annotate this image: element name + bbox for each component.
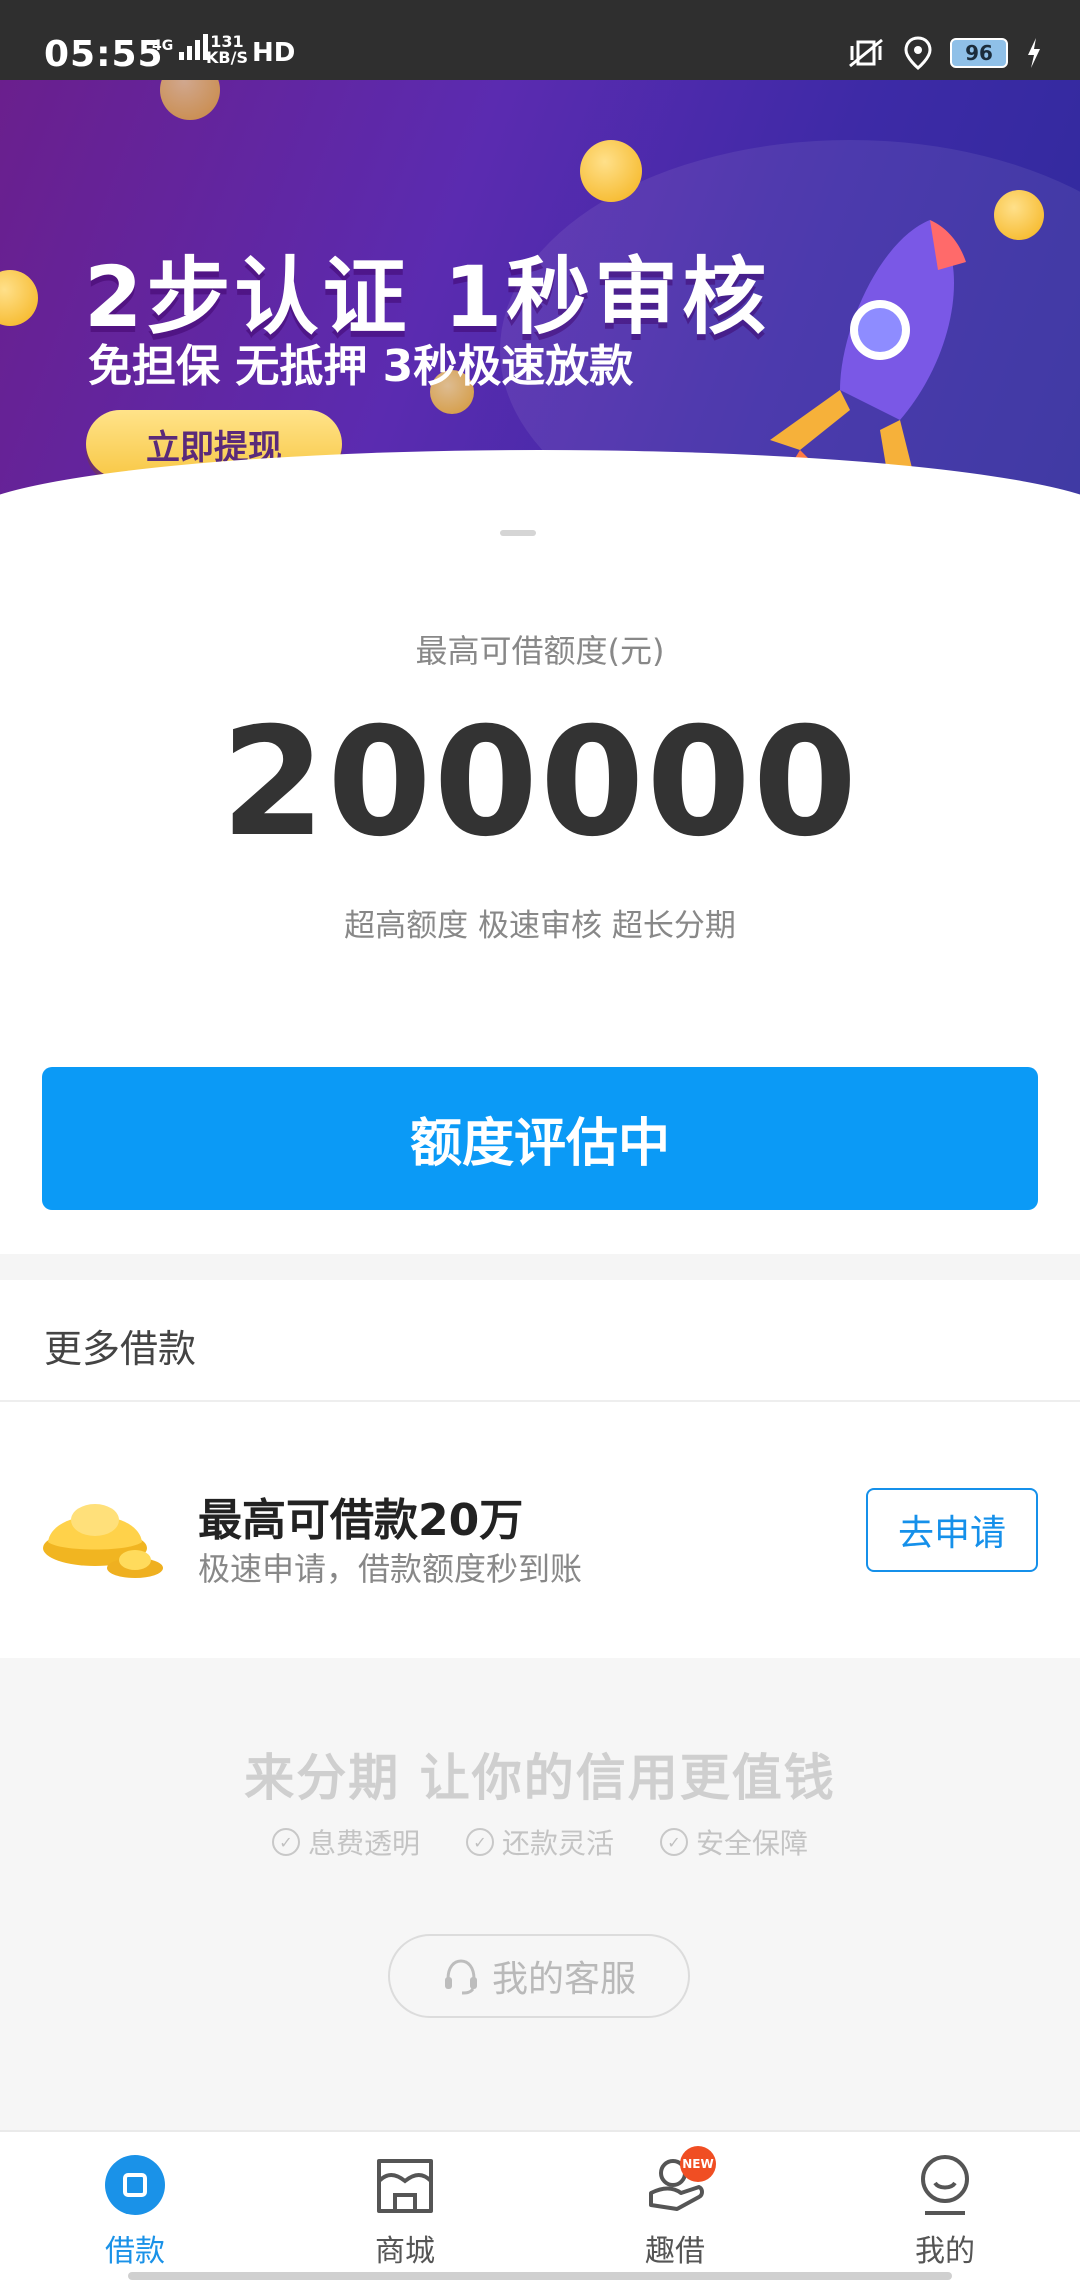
banner-bottom-wave	[0, 450, 1080, 560]
home-indicator[interactable]	[128, 2272, 952, 2280]
status-right: 96	[846, 36, 1042, 70]
slogan: 来分期 让你的信用更值钱	[244, 1749, 836, 1807]
check-circle-icon: ✓	[660, 1828, 688, 1856]
loan-offer-desc: 极速申请，借款额度秒到账	[198, 1550, 583, 1588]
signal-icon: 4G	[152, 32, 209, 60]
coin-icon	[0, 270, 38, 326]
quota-label: 最高可借额度(元)	[415, 632, 665, 670]
gold-ingot-icon	[43, 1504, 163, 1578]
quota-amount: 200000	[220, 696, 860, 870]
network-type: 4G	[152, 38, 174, 54]
network-speed: 131 KB/S	[206, 32, 248, 67]
status-time: 05:55	[44, 34, 164, 75]
coin-icon	[580, 140, 642, 202]
section-separator	[0, 1254, 1080, 1280]
feature-list: ✓ 息费透明 ✓ 还款灵活 ✓ 安全保障	[0, 1822, 1080, 1862]
profile-icon	[910, 2150, 980, 2220]
feature-item: ✓ 安全保障	[660, 1822, 808, 1862]
loan-offer-title: 最高可借款20万	[198, 1495, 524, 1546]
more-loans-title: 更多借款	[44, 1327, 197, 1371]
carousel-indicator	[500, 530, 536, 536]
hd-icon: HD	[252, 38, 296, 68]
bottom-nav: 借款 商城 NEW 趣借 我的	[0, 2130, 1080, 2280]
coin-icon	[994, 190, 1044, 240]
banner-subtitle: 免担保 无抵押 3秒极速放款	[88, 341, 634, 392]
check-circle-icon: ✓	[271, 1828, 300, 1856]
nav-label: 商城	[375, 2234, 435, 2269]
app-screen: 05:55 4G 131 KB/S HD 96 2步认证 1秒审核 免担保 无抵…	[0, 0, 1080, 2280]
quota-tags: 超高额度 极速审核 超长分期	[344, 908, 736, 944]
feature-item: ✓ 息费透明	[271, 1822, 420, 1862]
signal-bars-icon	[179, 32, 209, 60]
nav-label: 趣借	[645, 2234, 705, 2269]
feature-item: ✓ 还款灵活	[465, 1822, 614, 1862]
check-circle-icon: ✓	[465, 1828, 494, 1856]
nav-label: 我的	[915, 2234, 975, 2269]
status-bar: 05:55 4G 131 KB/S HD 96	[0, 0, 1080, 80]
headset-icon	[444, 1959, 477, 1995]
nav-item-profile[interactable]: 我的	[810, 2132, 1080, 2280]
customer-service-button[interactable]: 我的客服	[388, 1934, 690, 2018]
loan-icon	[100, 2150, 170, 2220]
battery-icon: 96	[950, 38, 1008, 68]
apply-button[interactable]: 去申请	[866, 1488, 1038, 1572]
evaluate-quota-button[interactable]: 额度评估中	[42, 1067, 1038, 1210]
nav-label: 借款	[105, 2234, 165, 2269]
charging-icon	[1028, 38, 1040, 68]
loan-offer-item[interactable]: 最高可借款20万 极速申请，借款额度秒到账 去申请	[0, 1402, 1080, 1658]
store-icon	[370, 2150, 440, 2220]
vibrate-icon	[849, 38, 883, 68]
nav-item-fun-borrow[interactable]: NEW 趣借	[540, 2132, 810, 2280]
location-icon	[904, 36, 932, 70]
new-badge: NEW	[680, 2146, 716, 2182]
footer-promo: 来分期 让你的信用更值钱 ✓ 息费透明 ✓ 还款灵活 ✓ 安全保障 我的客服	[0, 1658, 1080, 2130]
nav-item-loan[interactable]: 借款	[0, 2132, 270, 2280]
coin-icon	[160, 80, 220, 120]
promo-banner[interactable]: 2步认证 1秒审核 免担保 无抵押 3秒极速放款 立即提现	[0, 80, 1080, 560]
nav-item-store[interactable]: 商城	[270, 2132, 540, 2280]
fun-borrow-icon: NEW	[640, 2146, 716, 2220]
